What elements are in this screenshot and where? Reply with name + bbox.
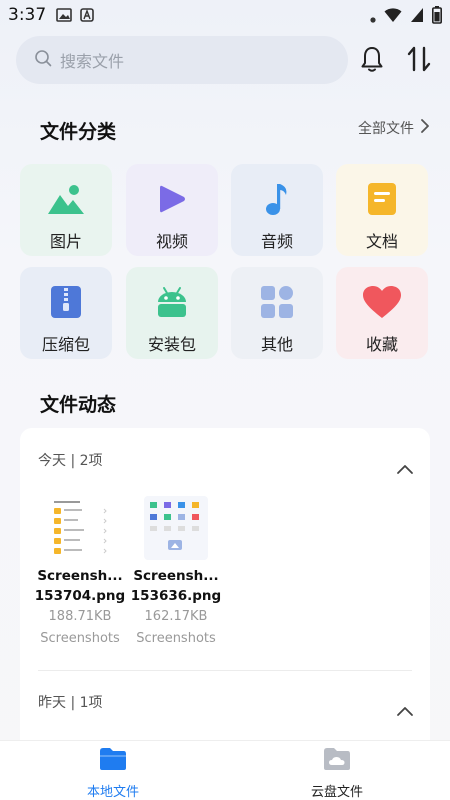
file-thumbnail bbox=[144, 496, 208, 560]
search-placeholder: 搜索文件 bbox=[60, 52, 125, 71]
file-name-line1: Screensh... bbox=[133, 568, 219, 584]
status-time: 3:37 bbox=[8, 5, 47, 25]
battery-icon bbox=[432, 6, 442, 28]
category-label: 音频 bbox=[260, 232, 293, 251]
heart-icon bbox=[362, 285, 402, 319]
category-apks[interactable]: 安装包 bbox=[126, 267, 218, 359]
nav-local-files[interactable]: 本地文件 bbox=[53, 747, 173, 800]
category-archives[interactable]: 压缩包 bbox=[20, 267, 112, 359]
file-name-line1: Screensh... bbox=[37, 568, 123, 584]
category-video[interactable]: 视频 bbox=[126, 164, 218, 256]
file-size: 162.17KB bbox=[144, 609, 208, 624]
file-name-line2: 153636.png bbox=[130, 588, 222, 604]
signal-icon bbox=[410, 7, 424, 27]
android-icon bbox=[154, 285, 190, 319]
divider bbox=[38, 670, 412, 671]
file-item[interactable]: Screensh... 153704.png 188.71KB Screensh… bbox=[34, 496, 126, 650]
play-icon bbox=[157, 182, 187, 216]
chevron-up-icon[interactable] bbox=[396, 460, 414, 474]
folder-icon bbox=[98, 747, 128, 775]
activity-title: 文件动态 bbox=[40, 394, 117, 416]
category-label: 压缩包 bbox=[41, 335, 90, 354]
dot-icon bbox=[370, 8, 376, 27]
category-label: 安装包 bbox=[147, 335, 196, 354]
category-label: 收藏 bbox=[365, 335, 398, 354]
chevron-up-icon[interactable] bbox=[396, 702, 414, 716]
zip-icon bbox=[50, 285, 82, 319]
category-audio[interactable]: 音频 bbox=[231, 164, 323, 256]
wifi-icon bbox=[384, 7, 402, 27]
activity-card: 今天 | 2项 Screensh... 153704.png 188.71KB … bbox=[20, 428, 430, 758]
file-folder: Screenshots bbox=[136, 631, 216, 646]
file-size: 188.71KB bbox=[48, 609, 112, 624]
nav-label: 云盘文件 bbox=[310, 785, 363, 800]
all-files-link[interactable]: 全部文件 bbox=[358, 118, 430, 138]
bell-icon[interactable] bbox=[358, 44, 386, 74]
app-notification-icon bbox=[80, 8, 94, 22]
category-label: 视频 bbox=[155, 232, 188, 251]
search-input[interactable]: 搜索文件 bbox=[16, 36, 348, 84]
file-item[interactable]: Screensh... 153636.png 162.17KB Screensh… bbox=[130, 496, 222, 650]
chevron-right-icon bbox=[414, 118, 430, 138]
category-images[interactable]: 图片 bbox=[20, 164, 112, 256]
status-bar: 3:37 bbox=[0, 0, 450, 30]
image-icon bbox=[47, 182, 85, 216]
group-title-today: 今天 | 2项 bbox=[38, 453, 103, 469]
gallery-notification-icon bbox=[56, 8, 72, 22]
category-other[interactable]: 其他 bbox=[231, 267, 323, 359]
document-icon bbox=[367, 182, 397, 216]
category-label: 其他 bbox=[260, 335, 293, 354]
bottom-nav: 本地文件 云盘文件 bbox=[0, 740, 450, 800]
grid-icon bbox=[260, 285, 294, 319]
cloud-folder-icon bbox=[322, 747, 352, 775]
category-favorites[interactable]: 收藏 bbox=[336, 267, 428, 359]
group-title-yesterday: 昨天 | 1项 bbox=[38, 695, 103, 711]
category-documents[interactable]: 文档 bbox=[336, 164, 428, 256]
search-icon bbox=[34, 49, 52, 71]
file-thumbnail bbox=[48, 496, 112, 560]
all-files-label: 全部文件 bbox=[358, 121, 414, 137]
category-label: 图片 bbox=[49, 232, 82, 251]
nav-label: 本地文件 bbox=[86, 785, 139, 800]
categories-title: 文件分类 bbox=[40, 121, 117, 143]
nav-cloud-files[interactable]: 云盘文件 bbox=[277, 747, 397, 800]
category-label: 文档 bbox=[365, 232, 398, 251]
file-folder: Screenshots bbox=[40, 631, 120, 646]
music-note-icon bbox=[264, 182, 290, 216]
sort-icon[interactable] bbox=[404, 44, 434, 74]
file-name-line2: 153704.png bbox=[34, 588, 126, 604]
